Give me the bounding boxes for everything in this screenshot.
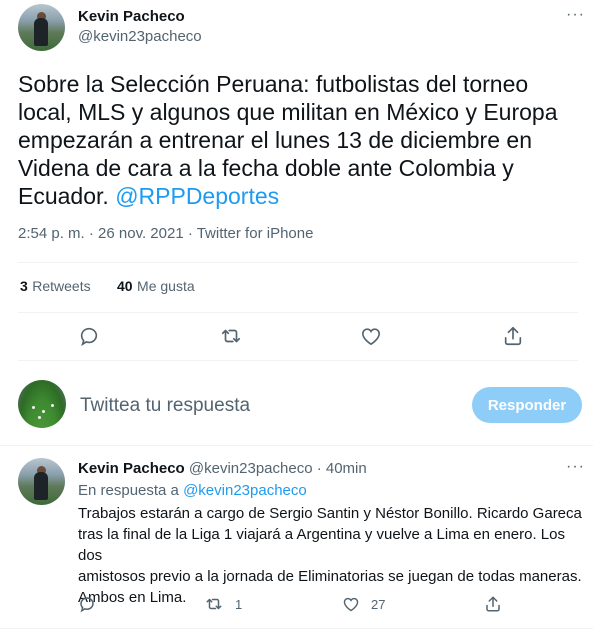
avatar-detail (42, 410, 45, 413)
reply-button[interactable]: Responder (472, 387, 582, 423)
author-handle[interactable]: @kevin23pacheco (78, 28, 202, 45)
avatar-detail (38, 416, 41, 419)
share-icon[interactable] (484, 594, 502, 614)
retweets-label: Retweets (32, 278, 91, 294)
tweet-timestamp[interactable]: 2:54 p. m. · 26 nov. 2021 · Twitter for … (18, 225, 313, 242)
share-icon[interactable] (502, 324, 524, 348)
retweet-icon[interactable] (204, 595, 224, 613)
in-reply-to-link[interactable]: @kevin23pacheco (183, 482, 307, 499)
tweet-text-line: local, MLS y algunos que militan en Méxi… (18, 99, 558, 125)
retweets-stat[interactable]: 3 Retweets (20, 278, 91, 296)
more-options-icon[interactable]: ··· (566, 458, 585, 476)
avatar-person (34, 18, 48, 46)
in-reply-to: En respuesta a @kevin23pacheco (78, 482, 307, 499)
avatar-person (34, 472, 48, 500)
user-avatar[interactable] (18, 380, 66, 428)
avatar-detail (32, 406, 35, 409)
retweets-count: 3 (20, 278, 28, 294)
divider (18, 262, 578, 263)
tweet-text-segment: Ecuador. (18, 183, 116, 209)
retweet-icon[interactable] (219, 325, 243, 347)
mention-link[interactable]: @RPPDeportes (115, 183, 279, 209)
tweet-text-line: Ecuador. @RPPDeportes (18, 182, 588, 210)
reply-like-count: 27 (371, 597, 386, 612)
avatar[interactable] (18, 4, 65, 51)
reply-author-name[interactable]: Kevin Pacheco (78, 460, 185, 477)
divider (18, 360, 578, 361)
reply-retweet-count: 1 (235, 597, 243, 612)
tweet-text-line: Videna de cara a la fecha doble ante Col… (18, 155, 514, 181)
reply-text-line: Trabajos estarán a cargo de Sergio Santi… (78, 505, 582, 522)
likes-count: 40 (117, 278, 133, 294)
likes-label: Me gusta (137, 278, 195, 294)
likes-stat[interactable]: 40 Me gusta (117, 278, 195, 296)
reply-text-line: tras la final de la Liga 1 viajará a Arg… (78, 526, 565, 564)
in-reply-to-label: En respuesta a (78, 482, 179, 499)
reply-time[interactable]: · 40min (317, 460, 367, 477)
reply-author-handle[interactable]: @kevin23pacheco (189, 460, 313, 477)
reply-icon[interactable] (78, 595, 96, 613)
avatar-detail (51, 404, 54, 407)
divider (0, 445, 593, 446)
more-options-icon[interactable]: ··· (566, 6, 585, 24)
like-icon[interactable] (342, 596, 360, 612)
reply-header: Kevin Pacheco @kevin23pacheco · 40min (78, 460, 367, 477)
reply-input[interactable]: Twittea tu respuesta (80, 395, 250, 417)
like-icon[interactable] (360, 326, 382, 346)
reply-text-line: Ambos en Lima. (78, 589, 187, 606)
avatar[interactable] (18, 458, 65, 505)
author-name[interactable]: Kevin Pacheco (78, 8, 185, 25)
reply-icon[interactable] (78, 325, 100, 347)
tweet-text-line: empezarán a entrenar el lunes 13 de dici… (18, 127, 532, 153)
divider (18, 312, 578, 313)
reply-text-line: amistosos previo a la jornada de Elimina… (78, 568, 582, 585)
tweet-text: Sobre la Selección Peruana: futbolistas … (18, 70, 588, 210)
tweet-text-line: Sobre la Selección Peruana: futbolistas … (18, 71, 529, 97)
reply-text: Trabajos estarán a cargo de Sergio Santi… (78, 503, 588, 608)
